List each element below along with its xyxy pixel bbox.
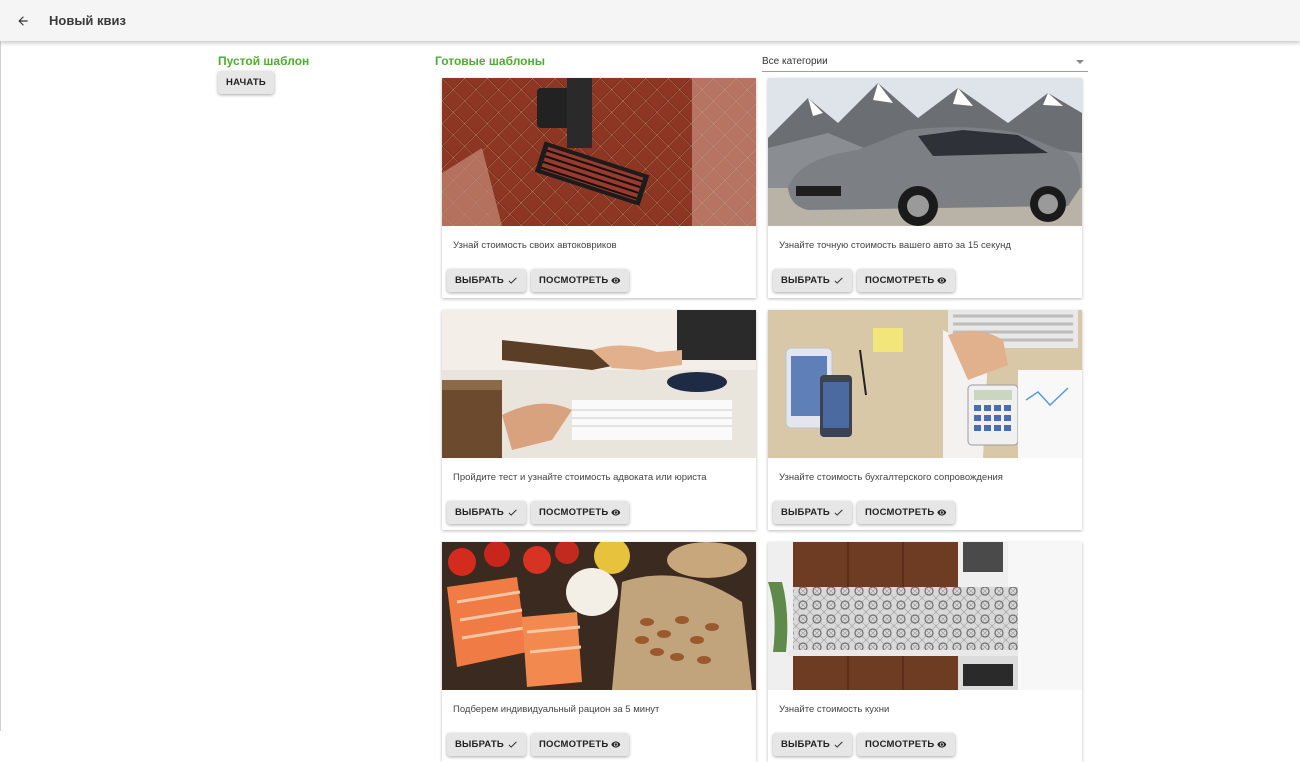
start-button-label: НАЧАТЬ <box>226 77 266 88</box>
card-description: Подберем индивидуальный рацион за 5 мину… <box>453 704 660 715</box>
view-button[interactable]: ПОСМОТРЕТЬ <box>531 269 629 292</box>
card-description: Узнай стоимость своих автоковриков <box>453 240 617 251</box>
salmon-food-photo <box>442 542 756 690</box>
eye-icon <box>611 509 621 516</box>
eye-icon <box>611 277 621 284</box>
view-button[interactable]: ПОСМОТРЕТЬ <box>857 733 955 756</box>
ready-templates-title: Готовые шаблоны <box>435 54 545 68</box>
category-select[interactable]: Все категории <box>762 52 1088 72</box>
arrow-left-icon[interactable] <box>13 11 33 31</box>
eye-icon <box>937 509 947 516</box>
select-button[interactable]: ВЫБРАТЬ <box>773 501 852 524</box>
view-button-label: ПОСМОТРЕТЬ <box>865 507 935 518</box>
card-description: Узнайте стоимость кухни <box>779 704 890 715</box>
accounting-desk-photo <box>768 310 1082 458</box>
category-select-value: Все категории <box>762 56 828 67</box>
view-button[interactable]: ПОСМОТРЕТЬ <box>857 501 955 524</box>
silver-suv-mountains-photo <box>768 78 1082 226</box>
app-bar: Новый квиз <box>0 0 1300 41</box>
select-button[interactable]: ВЫБРАТЬ <box>447 501 526 524</box>
select-button-label: ВЫБРАТЬ <box>455 275 504 286</box>
view-button-label: ПОСМОТРЕТЬ <box>539 275 609 286</box>
car-floor-mat-photo <box>442 78 756 226</box>
card-description: Узнайте точную стоимость вашего авто за … <box>779 240 1011 251</box>
check-icon <box>508 509 517 516</box>
template-card: Узнай стоимость своих автоковриков ВЫБРА… <box>442 78 756 298</box>
select-button-label: ВЫБРАТЬ <box>781 507 830 518</box>
select-button[interactable]: ВЫБРАТЬ <box>773 733 852 756</box>
check-icon <box>834 741 843 748</box>
check-icon <box>834 509 843 516</box>
view-button-label: ПОСМОТРЕТЬ <box>539 507 609 518</box>
template-card: Узнайте стоимость кухни ВЫБРАТЬ ПОСМОТРЕ… <box>768 542 1082 762</box>
view-button-label: ПОСМОТРЕТЬ <box>865 275 935 286</box>
template-card: Подберем индивидуальный рацион за 5 мину… <box>442 542 756 762</box>
select-button-label: ВЫБРАТЬ <box>781 275 830 286</box>
eye-icon <box>937 741 947 748</box>
empty-template-title: Пустой шаблон <box>218 54 310 68</box>
check-icon <box>508 741 517 748</box>
select-button[interactable]: ВЫБРАТЬ <box>447 733 526 756</box>
kitchen-interior-photo <box>768 542 1082 690</box>
template-card: Пройдите тест и узнайте стоимость адвока… <box>442 310 756 530</box>
view-button-label: ПОСМОТРЕТЬ <box>865 739 935 750</box>
left-divider <box>0 41 1 731</box>
select-button[interactable]: ВЫБРАТЬ <box>773 269 852 292</box>
view-button-label: ПОСМОТРЕТЬ <box>539 739 609 750</box>
page-title: Новый квиз <box>49 13 126 28</box>
card-description: Пройдите тест и узнайте стоимость адвока… <box>453 472 707 483</box>
start-button[interactable]: НАЧАТЬ <box>218 71 274 94</box>
select-button-label: ВЫБРАТЬ <box>781 739 830 750</box>
dropdown-caret-icon <box>1076 59 1084 64</box>
eye-icon <box>611 741 621 748</box>
template-card: Узнайте точную стоимость вашего авто за … <box>768 78 1082 298</box>
select-button-label: ВЫБРАТЬ <box>455 739 504 750</box>
eye-icon <box>937 277 947 284</box>
view-button[interactable]: ПОСМОТРЕТЬ <box>531 501 629 524</box>
template-card: Узнайте стоимость бухгалтерского сопрово… <box>768 310 1082 530</box>
check-icon <box>834 277 843 284</box>
card-description: Узнайте стоимость бухгалтерского сопрово… <box>779 472 1003 483</box>
select-button[interactable]: ВЫБРАТЬ <box>447 269 526 292</box>
select-button-label: ВЫБРАТЬ <box>455 507 504 518</box>
handshake-office-photo <box>442 310 756 458</box>
view-button[interactable]: ПОСМОТРЕТЬ <box>531 733 629 756</box>
check-icon <box>508 277 517 284</box>
view-button[interactable]: ПОСМОТРЕТЬ <box>857 269 955 292</box>
